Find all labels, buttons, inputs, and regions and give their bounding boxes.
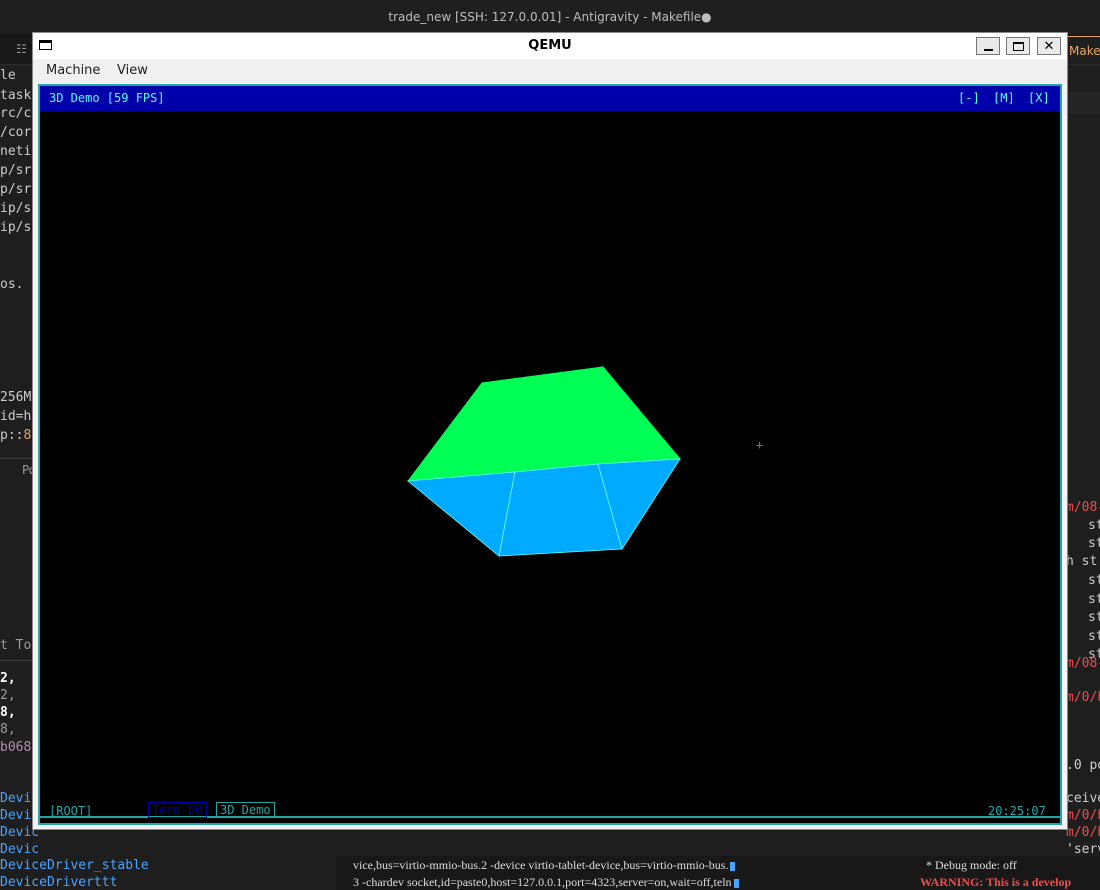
ide-right-text-fragment: m/0/h [1066, 825, 1100, 840]
terminal-scroll-marker [730, 861, 736, 871]
ide-left-text-fragment: p/sr [0, 163, 32, 178]
ide-titlebar: trade_new [SSH: 127.0.0.01] - Antigravit… [0, 0, 1100, 34]
ide-right-text-fragment: ceive [1066, 791, 1100, 806]
explorer-list-icon[interactable]: ☷ [16, 42, 27, 56]
ide-left-text-fragment: ip/s [0, 220, 32, 235]
menu-view[interactable]: View [117, 63, 148, 78]
render-3d-svg: + [406, 365, 763, 557]
ide-left-text-fragment: le [0, 68, 16, 83]
ide-editor-tab-makefile[interactable]: Make [1066, 36, 1100, 64]
log-line-warning: WARNING: This is a develop [920, 875, 1072, 889]
taskbar-root[interactable]: [ROOT] [49, 804, 92, 818]
ide-output-log: * Debug mode: off WARNING: This is a dev… [896, 856, 1100, 890]
guest-taskbar: [ROOT] Term 00 3D Demo 20:25:07 [40, 796, 1060, 826]
divider [0, 458, 36, 459]
ide-right-text-fragment: st [1088, 573, 1100, 588]
qemu-window: QEMU ✕ Machine View 3D Demo [59 FPS] [-]… [32, 32, 1068, 830]
ide-left-text-fragment: 8, [0, 705, 16, 720]
terminal-line: 3 -chardev socket,id=paste0,host=127.0.0… [353, 875, 739, 890]
ide-left-text-fragment: task [0, 88, 32, 103]
ide-right-text-fragment: st [1088, 629, 1100, 644]
ide-left-text-fragment: 2, [0, 671, 16, 686]
demo-window-title: 3D Demo [59 FPS] [49, 91, 165, 105]
divider [0, 660, 36, 661]
menu-machine[interactable]: Machine [46, 63, 100, 78]
guest-display[interactable]: 3D Demo [59 FPS] [-] [M] [X] + [ROOT] Te… [38, 84, 1062, 825]
ide-left-text-fragment: 2, [0, 688, 16, 703]
terminal-line: vice,bus=virtio-mmio-bus.2 -device virti… [353, 858, 736, 873]
ide-right-text-fragment: st [1088, 610, 1100, 625]
ide-left-text-fragment: /cor [0, 125, 32, 140]
demo-window-titlebar[interactable]: 3D Demo [59 FPS] [-] [M] [X] [40, 86, 1060, 111]
ide-window-title: trade_new [SSH: 127.0.0.01] - Antigravit… [388, 10, 712, 24]
ide-left-text-fragment: rc/c [0, 106, 32, 121]
demo-minimize-button[interactable]: [-] [958, 91, 980, 105]
terminal-scroll-marker [733, 878, 739, 888]
qemu-menubar: Machine View [33, 59, 1067, 83]
ide-right-text-fragment: m/08- [1066, 656, 1100, 671]
close-icon: ✕ [1043, 39, 1055, 54]
maximize-icon [1013, 42, 1024, 51]
ide-right-text-fragment: m/08- [1066, 500, 1100, 515]
demo-close-button[interactable]: [X] [1028, 91, 1050, 105]
ide-left-text-fragment: ip/s [0, 201, 32, 216]
ide-right-text-fragment: m/0/h [1066, 690, 1100, 705]
ide-left-text-fragment: 8, [0, 722, 16, 737]
qemu-window-title: QEMU [528, 38, 572, 53]
maximize-button[interactable] [1006, 37, 1030, 55]
demo-maximize-button[interactable]: [M] [993, 91, 1015, 105]
ide-left-text-fragment: 256M [0, 390, 32, 405]
ide-left-text-fragment: Devic [0, 842, 40, 857]
log-line-debug: * Debug mode: off [926, 858, 1017, 872]
taskbar-clock: 20:25:07 [988, 804, 1046, 818]
minimize-button[interactable] [976, 37, 1000, 55]
qemu-titlebar[interactable]: QEMU ✕ [33, 33, 1067, 59]
search-options-box[interactable] [1068, 92, 1100, 114]
taskbar-item-3d-demo[interactable]: 3D Demo [216, 802, 275, 818]
ide-left-port-line: p::8 [0, 428, 32, 443]
ide-left-text-fragment: neti [0, 144, 32, 159]
ide-right-text-fragment: st [1088, 592, 1100, 607]
minimize-icon [984, 49, 993, 51]
ide-right-text-fragment: m/0/h [1066, 808, 1100, 823]
ide-left-text-fragment: os. [0, 277, 24, 292]
close-button[interactable]: ✕ [1037, 37, 1061, 55]
ide-right-text-fragment: st [1088, 536, 1100, 551]
ide-left-text-fragment: DeviceDriver_stable [0, 858, 149, 873]
ide-terminal-panel: vice,bus=virtio-mmio-bus.2 -device virti… [336, 856, 896, 890]
ide-left-text-fragment: id=h [0, 409, 32, 424]
mouse-cursor: + [756, 438, 763, 452]
ide-left-text-fragment: p/sr [0, 182, 32, 197]
demo-canvas[interactable]: + [40, 111, 1060, 818]
ide-right-text-fragment: 'serv [1066, 842, 1100, 857]
side-face [406, 471, 516, 557]
ide-right-text-fragment: st [1088, 518, 1100, 533]
ide-right-text-fragment: .0 po [1066, 758, 1100, 773]
ide-left-text-fragment: DeviceDriverttt [0, 875, 118, 890]
ide-right-text-fragment: h st [1066, 554, 1098, 569]
taskbar-item-term[interactable]: Term 00 [148, 802, 207, 818]
